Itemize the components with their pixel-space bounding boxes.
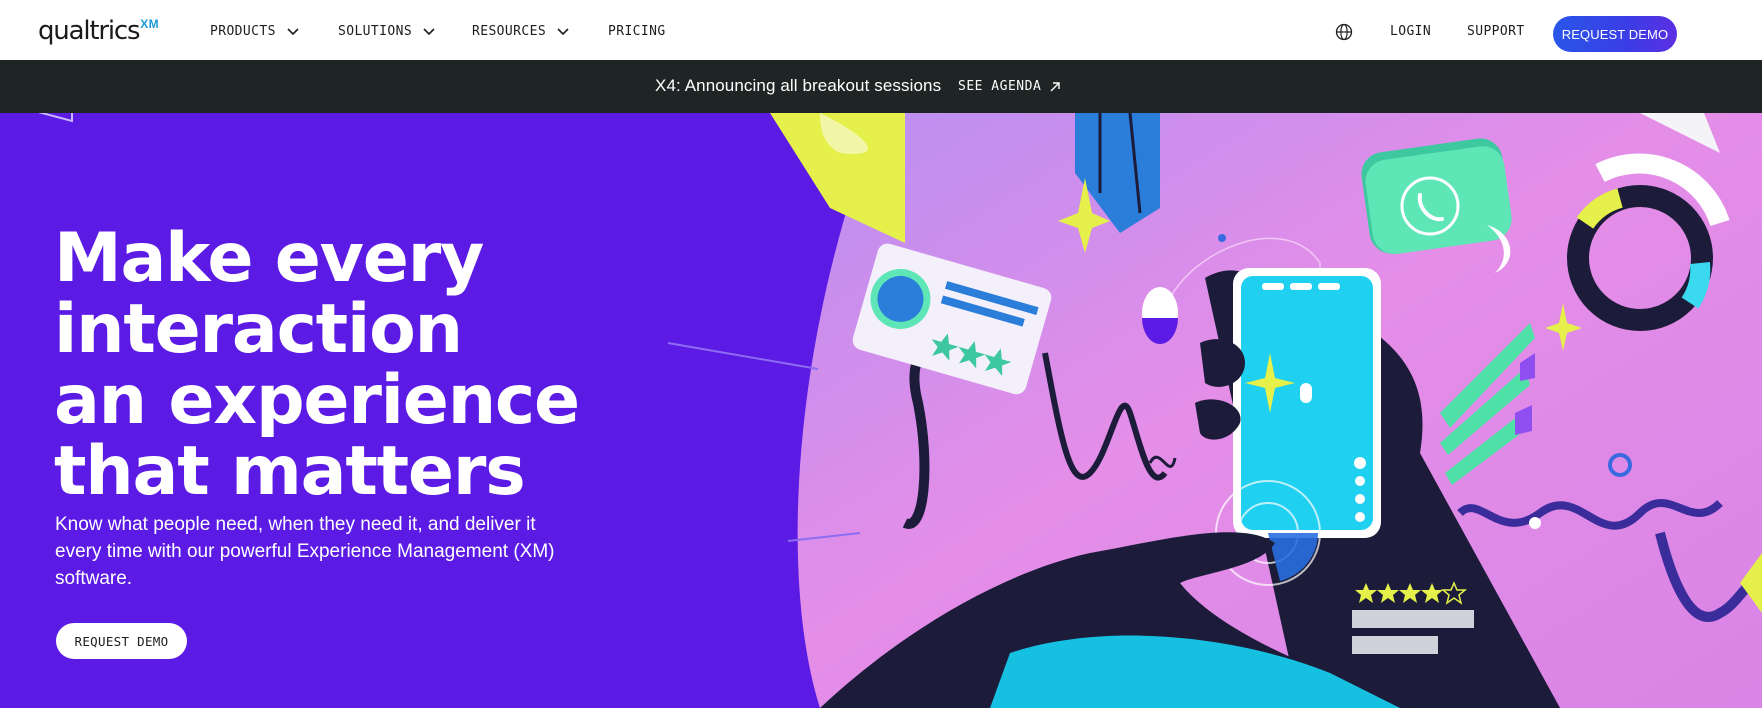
top-navigation: qualtrics XM PRODUCTS SOLUTIONS RESOURCE… (0, 0, 1762, 60)
hero-title-line: interaction (54, 290, 463, 369)
nav-products[interactable]: PRODUCTS (210, 21, 300, 41)
chevron-down-icon (287, 28, 299, 36)
hero-title: Make every interaction an experience tha… (54, 223, 614, 507)
login-link[interactable]: LOGIN (1390, 21, 1431, 41)
support-link[interactable]: SUPPORT (1467, 21, 1525, 41)
nav-resources[interactable]: RESOURCES (472, 21, 570, 41)
nav-products-label: PRODUCTS (210, 23, 276, 39)
nav-solutions-label: SOLUTIONS (338, 23, 413, 39)
nav-pricing-label: PRICING (608, 23, 666, 39)
nav-resources-label: RESOURCES (472, 23, 547, 39)
hero-title-line: that matters (54, 432, 526, 511)
hero-title-line: Make every (54, 219, 484, 298)
chevron-down-icon (423, 28, 435, 36)
globe-icon[interactable] (1335, 23, 1353, 41)
logo-wordmark: qualtrics (38, 16, 141, 46)
logo-xm-mark: XM (140, 17, 159, 31)
hero-title-line: an experience (54, 361, 580, 440)
hero-request-demo-button[interactable]: REQUEST DEMO (56, 623, 187, 659)
request-demo-button[interactable]: REQUEST DEMO (1553, 16, 1677, 52)
announcement-bar: X4: Announcing all breakout sessions SEE… (0, 60, 1762, 113)
see-agenda-link[interactable]: SEE AGENDA (958, 79, 1061, 94)
hero-subtitle: Know what people need, when they need it… (55, 514, 555, 589)
nav-solutions[interactable]: SOLUTIONS (338, 21, 436, 41)
arrow-up-right-icon (1050, 81, 1060, 91)
hero-section: Make every interaction an experience tha… (0, 113, 1762, 708)
nav-pricing[interactable]: PRICING (608, 21, 666, 41)
chevron-down-icon (557, 28, 569, 36)
see-agenda-label: SEE AGENDA (958, 79, 1042, 94)
qualtrics-logo[interactable]: qualtrics XM (38, 14, 159, 50)
announcement-text: X4: Announcing all breakout sessions (655, 76, 942, 95)
